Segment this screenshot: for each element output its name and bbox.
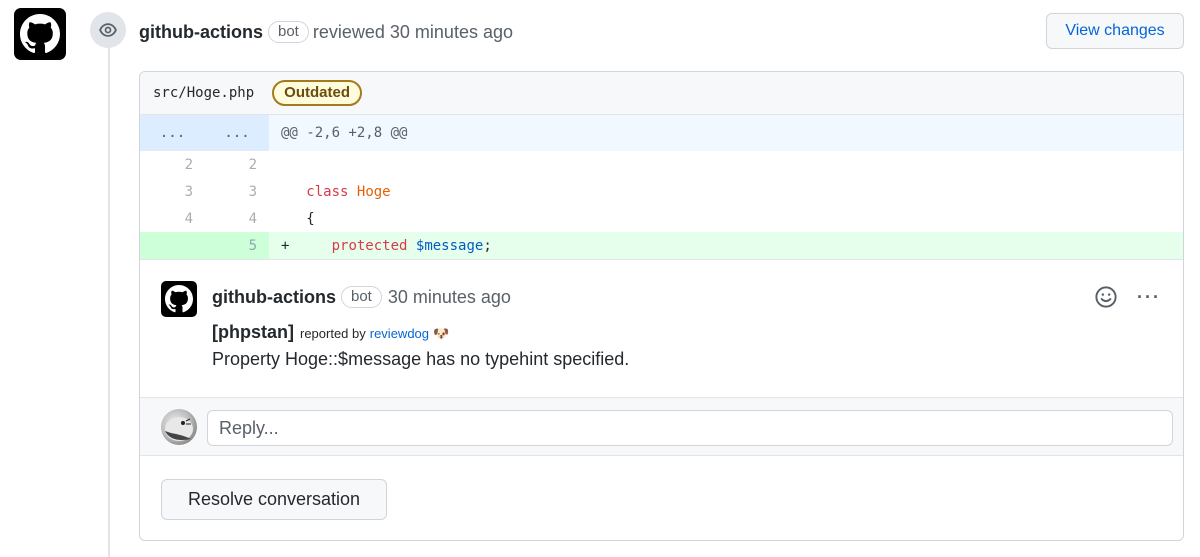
github-octocat-icon bbox=[20, 14, 60, 54]
new-line-number[interactable]: 4 bbox=[205, 205, 269, 232]
kebab-horizontal-icon[interactable]: ··· bbox=[1137, 287, 1161, 308]
dog-emoji-icon: 🐶 bbox=[433, 326, 450, 341]
review-header: github-actions bot reviewed 30 minutes a… bbox=[139, 19, 513, 45]
comment-actions: ··· bbox=[1093, 284, 1161, 310]
bot-badge: bot bbox=[268, 21, 309, 43]
code-line: + protected $message; bbox=[269, 238, 492, 254]
diff-marker: + bbox=[281, 237, 290, 254]
diff-table: ... ... @@ -2,6 +2,8 @@ 2 2 3 3 class Ho… bbox=[140, 115, 1183, 260]
diff-marker bbox=[281, 211, 289, 227]
comment-body: [phpstan] reported by reviewdog 🐶 Proper… bbox=[212, 322, 629, 370]
review-action: reviewed bbox=[312, 21, 385, 42]
file-path-link[interactable]: src/Hoge.php bbox=[153, 85, 254, 101]
code-variable: $message bbox=[415, 237, 484, 254]
hunk-expand-left[interactable]: ... bbox=[140, 115, 205, 151]
hunk-header-text: @@ -2,6 +2,8 @@ bbox=[281, 125, 408, 141]
github-actions-avatar[interactable] bbox=[14, 8, 66, 60]
reported-by-text: reported by bbox=[299, 326, 366, 341]
review-author-link[interactable]: github-actions bbox=[139, 22, 263, 43]
comment-header: github-actions bot 30 minutes ago bbox=[212, 286, 511, 308]
comment-time[interactable]: 30 minutes ago bbox=[388, 287, 511, 308]
diff-hunk-header: ... ... @@ -2,6 +2,8 @@ bbox=[140, 115, 1183, 151]
review-thread: src/Hoge.php Outdated ... ... @@ -2,6 +2… bbox=[139, 71, 1184, 541]
comment-message: Property Hoge::$message has no typehint … bbox=[212, 349, 630, 369]
code-line: class Hoge bbox=[269, 183, 391, 200]
comment-tool-tag: [phpstan] bbox=[212, 322, 294, 342]
outdated-badge: Outdated bbox=[272, 80, 362, 106]
old-line-number[interactable]: 3 bbox=[140, 178, 205, 205]
code-line: { bbox=[269, 210, 315, 227]
diff-line: 4 4 { bbox=[140, 205, 1183, 232]
new-line-number[interactable]: 3 bbox=[205, 178, 269, 205]
old-line-number[interactable]: 2 bbox=[140, 151, 205, 178]
review-time[interactable]: 30 minutes ago bbox=[390, 22, 513, 43]
eye-icon bbox=[99, 23, 117, 37]
new-line-number[interactable]: 5 bbox=[205, 232, 269, 259]
old-line-number[interactable]: 4 bbox=[140, 205, 205, 232]
old-line-number[interactable] bbox=[140, 232, 205, 259]
hunk-expand-right[interactable]: ... bbox=[205, 115, 269, 151]
code-class-name: Hoge bbox=[356, 183, 391, 200]
code-semicolon: ; bbox=[483, 237, 492, 254]
diff-line: 3 3 class Hoge bbox=[140, 178, 1183, 205]
reply-input[interactable]: Reply... bbox=[207, 410, 1173, 446]
diff-marker bbox=[281, 184, 289, 200]
code-keyword: class bbox=[306, 183, 349, 200]
timeline-line bbox=[108, 48, 110, 557]
reviewdog-link[interactable]: reviewdog bbox=[370, 326, 429, 341]
bot-badge: bot bbox=[341, 286, 382, 308]
comment-author-avatar[interactable] bbox=[161, 281, 197, 317]
reply-area: Reply... bbox=[140, 398, 1183, 456]
current-user-avatar[interactable] bbox=[161, 409, 197, 445]
resolve-conversation-button[interactable]: Resolve conversation bbox=[161, 479, 387, 520]
comment-author-link[interactable]: github-actions bbox=[212, 287, 336, 308]
review-comment: github-actions bot 30 minutes ago ··· [p… bbox=[140, 260, 1183, 398]
code-keyword: protected bbox=[331, 237, 408, 254]
review-event-badge bbox=[90, 12, 126, 48]
file-header: src/Hoge.php Outdated bbox=[140, 72, 1183, 115]
code-brace: { bbox=[306, 210, 315, 227]
new-line-number[interactable]: 2 bbox=[205, 151, 269, 178]
view-changes-button[interactable]: View changes bbox=[1046, 13, 1184, 49]
smiley-icon[interactable] bbox=[1093, 284, 1119, 310]
diff-line-added: 5 + protected $message; bbox=[140, 232, 1183, 259]
github-octocat-icon bbox=[165, 285, 193, 313]
diff-line: 2 2 bbox=[140, 151, 1183, 178]
